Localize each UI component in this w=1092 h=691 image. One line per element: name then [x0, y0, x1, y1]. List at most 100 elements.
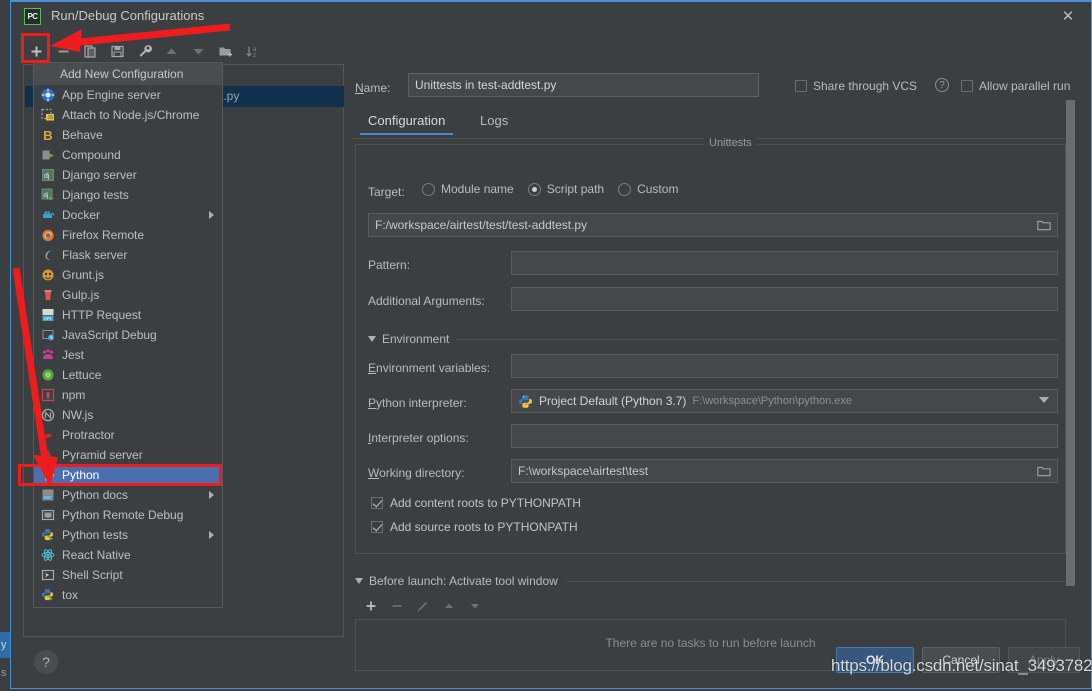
menu-item-tox[interactable]: tox: [34, 585, 222, 605]
before-launch-move-down-button[interactable]: [462, 594, 488, 618]
browse-folder-icon[interactable]: [1037, 219, 1051, 232]
menu-item-django-tests[interactable]: dj Django tests: [34, 185, 222, 205]
target-option-module-name[interactable]: Module name: [422, 182, 514, 196]
menu-item-django-server[interactable]: dj Django server: [34, 165, 222, 185]
close-icon[interactable]: ✕: [1059, 8, 1077, 26]
browse-folder-icon[interactable]: [1037, 465, 1051, 478]
menu-item-react-native[interactable]: React Native: [34, 545, 222, 565]
menu-item-grunt-js[interactable]: Grunt.js: [34, 265, 222, 285]
share-vcs-checkbox-box[interactable]: [795, 80, 807, 92]
menu-item-npm[interactable]: npm: [34, 385, 222, 405]
target-option-script-path[interactable]: Script path: [527, 182, 605, 196]
working-directory-input[interactable]: F:\workspace\airtest\test: [511, 459, 1058, 483]
svg-text:API: API: [44, 316, 51, 321]
menu-item-compound[interactable]: Compound: [34, 145, 222, 165]
target-label: Target:: [368, 185, 405, 199]
menu-item-jest[interactable]: Jest: [34, 345, 222, 365]
menu-item-label: Attach to Node.js/Chrome: [62, 108, 200, 122]
before-launch-header[interactable]: Before launch: Activate tool window: [355, 574, 1066, 588]
interpreter-options-input[interactable]: [511, 424, 1058, 448]
edit-templates-button[interactable]: [131, 39, 158, 64]
environment-section-header[interactable]: Environment: [368, 332, 1058, 346]
submenu-arrow-icon: [209, 531, 214, 539]
tab-logs[interactable]: Logs: [472, 111, 516, 135]
environment-variables-input[interactable]: [511, 354, 1058, 378]
javascript-debug-icon: [40, 327, 56, 343]
menu-item-app-engine-server[interactable]: App Engine server: [34, 85, 222, 105]
allow-parallel-run-checkbox[interactable]: Allow parallel run: [961, 79, 1070, 93]
svg-text:JS: JS: [47, 115, 54, 121]
chevron-down-icon[interactable]: [355, 578, 363, 584]
before-launch-remove-button[interactable]: [384, 594, 410, 618]
add-source-roots-checkbox[interactable]: Add source roots to PYTHONPATH: [371, 520, 578, 534]
add-configuration-button[interactable]: [23, 39, 50, 64]
arrow-up-icon: [166, 48, 177, 54]
menu-item-label: App Engine server: [62, 88, 161, 102]
vcs-help-icon[interactable]: ?: [935, 78, 949, 92]
tab-configuration[interactable]: Configuration: [360, 111, 454, 135]
add-content-roots-checkbox[interactable]: Add content roots to PYTHONPATH: [371, 496, 581, 510]
menu-item-flask-server[interactable]: Flask server: [34, 245, 222, 265]
menu-item-attach-to-nodejs-chrome[interactable]: JS Attach to Node.js/Chrome: [34, 105, 222, 125]
share-through-vcs-checkbox[interactable]: Share through VCS: [795, 79, 917, 93]
menu-item-python-tests[interactable]: Python tests: [34, 525, 222, 545]
before-launch-move-up-button[interactable]: [436, 594, 462, 618]
menu-item-firefox-remote[interactable]: Firefox Remote: [34, 225, 222, 245]
target-option-script-path-label: Script path: [546, 182, 605, 196]
menu-item-label: Behave: [62, 128, 103, 142]
sort-az-icon: a z: [245, 46, 257, 59]
menu-item-label: Shell Script: [62, 568, 123, 582]
remove-configuration-button[interactable]: [50, 39, 77, 64]
before-launch-toolbar: [358, 594, 488, 618]
move-up-button[interactable]: [158, 39, 185, 64]
radio-script-path[interactable]: [527, 182, 541, 196]
menu-item-gulp-js[interactable]: Gulp.js: [34, 285, 222, 305]
allow-parallel-checkbox-box[interactable]: [961, 80, 973, 92]
name-input[interactable]: Unittests in test-addtest.py: [408, 73, 759, 97]
copy-configuration-button[interactable]: [77, 39, 104, 64]
environment-variables-label: Environment variables:: [368, 361, 491, 375]
radio-custom[interactable]: [618, 182, 632, 196]
additional-arguments-input[interactable]: [511, 287, 1058, 311]
menu-item-nwjs[interactable]: NW.js: [34, 405, 222, 425]
menu-item-python-docs[interactable]: RST Python docs: [34, 485, 222, 505]
tox-icon: [40, 587, 56, 603]
add-content-roots-checkbox-box[interactable]: [371, 497, 383, 509]
plus-icon: [366, 601, 376, 611]
menu-item-docker[interactable]: Docker: [34, 205, 222, 225]
script-path-input[interactable]: F:/workspace/airtest/test/test-addtest.p…: [368, 213, 1058, 237]
menu-item-label: Protractor: [62, 428, 115, 442]
new-folder-button[interactable]: [212, 39, 239, 64]
pyramid-icon: [40, 447, 56, 463]
menu-item-label: Flask server: [62, 248, 128, 262]
menu-item-label: Python tests: [62, 528, 129, 542]
chevron-down-icon[interactable]: [1039, 397, 1049, 403]
save-configuration-button[interactable]: [104, 39, 131, 64]
additional-arguments-label: Additional Arguments:: [368, 294, 485, 308]
before-launch-edit-button[interactable]: [410, 594, 436, 618]
menu-item-protractor[interactable]: Protractor: [34, 425, 222, 445]
vertical-scrollbar-thumb[interactable]: [1066, 100, 1075, 586]
menu-item-behave[interactable]: B Behave: [34, 125, 222, 145]
radio-module-name[interactable]: [422, 182, 435, 196]
before-launch-add-button[interactable]: [358, 594, 384, 618]
pattern-input[interactable]: [511, 251, 1058, 275]
sort-configurations-button[interactable]: a z: [239, 39, 266, 64]
add-source-roots-checkbox-box[interactable]: [371, 521, 383, 533]
dialog-titlebar: PC Run/Debug Configurations ✕: [11, 2, 1091, 32]
menu-item-python-remote-debug[interactable]: Python Remote Debug: [34, 505, 222, 525]
ide-tool-tab-top[interactable]: y: [0, 632, 10, 658]
menu-item-pyramid-server[interactable]: Pyramid server: [34, 445, 222, 465]
ide-tool-tab-bottom[interactable]: s: [0, 660, 10, 686]
menu-item-http-request[interactable]: API HTTP Request: [34, 305, 222, 325]
move-down-button[interactable]: [185, 39, 212, 64]
chevron-down-icon[interactable]: [368, 336, 376, 342]
target-option-custom[interactable]: Custom: [618, 182, 678, 196]
menu-item-lettuce[interactable]: Lettuce: [34, 365, 222, 385]
python-interpreter-dropdown[interactable]: Project Default (Python 3.7) F:\workspac…: [511, 389, 1058, 413]
menu-item-python[interactable]: Python: [34, 465, 222, 485]
menu-item-javascript-debug[interactable]: JavaScript Debug: [34, 325, 222, 345]
help-button[interactable]: ?: [34, 650, 58, 674]
python-remote-debug-icon: [40, 507, 56, 523]
menu-item-shell-script[interactable]: Shell Script: [34, 565, 222, 585]
